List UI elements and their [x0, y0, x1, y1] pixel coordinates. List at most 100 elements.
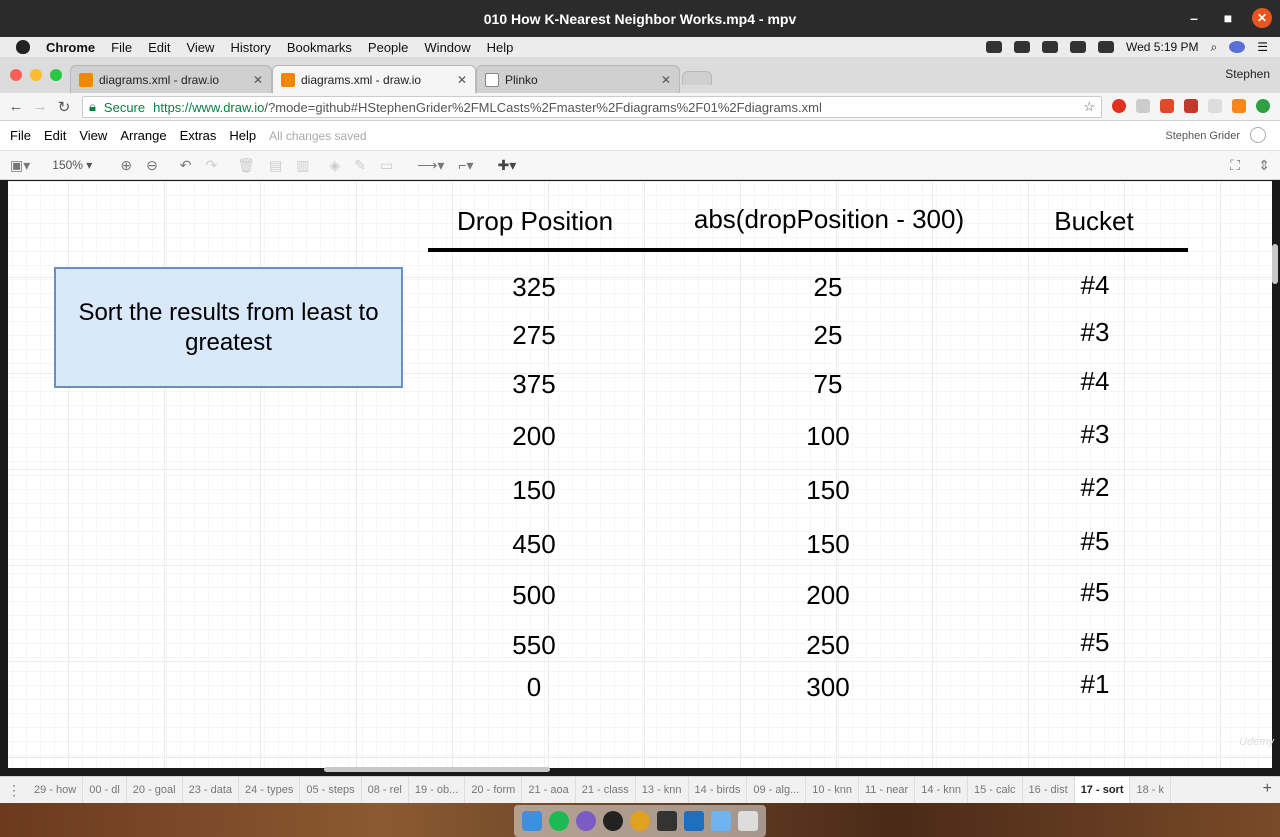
page-tab[interactable]: 18 - k — [1130, 776, 1171, 804]
cell-drop-position[interactable]: 500 — [484, 580, 584, 611]
bookmark-star-icon[interactable]: ☆ — [1083, 99, 1095, 115]
redo-icon[interactable]: ↷ — [206, 157, 218, 174]
cell-distance[interactable]: 150 — [778, 529, 878, 560]
vertical-scrollbar[interactable] — [1272, 244, 1278, 284]
cell-bucket[interactable]: #2 — [1045, 472, 1145, 503]
page-tab[interactable]: 00 - dl — [83, 776, 127, 804]
page-tab[interactable]: 19 - ob... — [409, 776, 466, 804]
zoom-out-icon[interactable]: ⊖ — [146, 157, 158, 174]
cell-drop-position[interactable]: 375 — [484, 369, 584, 400]
wifi-icon[interactable] — [1070, 41, 1087, 53]
pages-menu-icon[interactable]: ⋮ — [0, 782, 28, 799]
page-tab[interactable]: 29 - how — [28, 776, 84, 804]
cell-bucket[interactable]: #5 — [1045, 627, 1145, 658]
drawio-menu-help[interactable]: Help — [229, 128, 256, 143]
status-app-icon[interactable] — [986, 41, 1003, 53]
drawio-menu-view[interactable]: View — [79, 128, 107, 143]
forward-icon[interactable]: → — [28, 98, 52, 115]
cell-drop-position[interactable]: 325 — [484, 272, 584, 303]
back-icon[interactable]: ← — [4, 98, 28, 115]
window-minimize-dot[interactable] — [30, 69, 42, 81]
header-rule[interactable] — [428, 248, 1188, 252]
page-tab[interactable]: 10 - knn — [806, 776, 859, 804]
minimize-button[interactable]: – — [1184, 8, 1204, 28]
cell-distance[interactable]: 25 — [778, 320, 878, 351]
extension-green-icon[interactable] — [1256, 99, 1270, 113]
globe-icon[interactable] — [1250, 127, 1266, 143]
page-tab[interactable]: 15 - calc — [968, 776, 1023, 804]
cell-bucket[interactable]: #5 — [1045, 526, 1145, 557]
fullscreen-icon[interactable]: ⛶ — [1230, 157, 1240, 174]
page-tab[interactable]: 16 - dist — [1023, 776, 1075, 804]
page-tab[interactable]: 08 - rel — [362, 776, 409, 804]
apple-icon[interactable] — [16, 40, 30, 54]
opera-extension-icon[interactable] — [1112, 99, 1126, 113]
tab-close-icon[interactable]: ✕ — [253, 73, 263, 87]
profile-name[interactable]: Stephen — [1225, 67, 1270, 81]
menu-view[interactable]: View — [186, 40, 214, 55]
cell-distance[interactable]: 150 — [778, 475, 878, 506]
tab-diagrams-1[interactable]: diagrams.xml - draw.io ✕ — [70, 65, 272, 93]
cell-distance[interactable]: 200 — [778, 580, 878, 611]
menu-help[interactable]: Help — [487, 40, 514, 55]
add-page-icon[interactable]: + — [1263, 780, 1272, 798]
spotlight-search-icon[interactable]: ⌕ — [1211, 40, 1218, 55]
spotify-icon[interactable] — [548, 811, 569, 831]
header-bucket[interactable]: Bucket — [1044, 206, 1144, 237]
cell-bucket[interactable]: #3 — [1045, 317, 1145, 348]
diagram-canvas[interactable]: Sort the results from least to greatest … — [8, 181, 1272, 768]
waypoints-icon[interactable]: ⌐▾ — [458, 157, 473, 174]
cell-distance[interactable]: 25 — [778, 272, 878, 303]
notification-center-icon[interactable]: ☰ — [1257, 40, 1268, 54]
extension-badge-icon[interactable] — [1184, 99, 1198, 113]
cell-drop-position[interactable]: 275 — [484, 320, 584, 351]
cell-distance[interactable]: 100 — [778, 421, 878, 452]
window-close-dot[interactable] — [10, 69, 22, 81]
page-tab[interactable]: 11 - near — [859, 776, 916, 804]
page-tab[interactable]: 14 - birds — [689, 776, 748, 804]
clock[interactable]: Wed 5:19 PM — [1126, 40, 1198, 54]
tab-plinko[interactable]: Plinko ✕ — [476, 65, 680, 93]
battery-icon[interactable] — [1098, 41, 1115, 53]
header-drop-position[interactable]: Drop Position — [445, 206, 625, 237]
page-tab[interactable]: 21 - aoa — [522, 776, 576, 804]
menu-people[interactable]: People — [368, 40, 408, 55]
cell-bucket[interactable]: #1 — [1045, 669, 1145, 700]
siri-icon[interactable] — [1229, 41, 1246, 53]
url-input[interactable]: 🔒︎ Secure https://www.draw.io /?mode=git… — [82, 96, 1102, 118]
to-back-icon[interactable]: ▥ — [296, 157, 309, 174]
insert-icon[interactable]: ✚▾ — [498, 157, 517, 174]
obs-icon[interactable] — [602, 811, 623, 831]
menu-app-name[interactable]: Chrome — [46, 40, 95, 55]
close-button[interactable]: ✕ — [1252, 8, 1272, 28]
note-box[interactable]: Sort the results from least to greatest — [54, 267, 403, 388]
cell-bucket[interactable]: #5 — [1045, 577, 1145, 608]
folder-icon[interactable] — [711, 811, 732, 831]
chrome-icon[interactable] — [629, 811, 650, 831]
docker-icon[interactable] — [1014, 41, 1031, 53]
connection-icon[interactable]: ⟶▾ — [417, 157, 444, 174]
reload-icon[interactable]: ↻ — [52, 98, 76, 116]
page-tab[interactable]: 23 - data — [183, 776, 240, 804]
vscode-icon[interactable] — [684, 811, 705, 831]
page-tab[interactable]: 13 - knn — [636, 776, 689, 804]
maximize-button[interactable]: ■ — [1218, 8, 1238, 28]
tab-close-icon[interactable]: ✕ — [661, 73, 671, 87]
drawio-menu-edit[interactable]: Edit — [44, 128, 66, 143]
shadow-icon[interactable]: ▭ — [380, 157, 393, 174]
cell-drop-position[interactable]: 450 — [484, 529, 584, 560]
extension-icon[interactable] — [1208, 99, 1222, 113]
page-tab[interactable]: 20 - form — [465, 776, 523, 804]
glasses-icon[interactable] — [1042, 41, 1059, 53]
to-front-icon[interactable]: ▤ — [269, 157, 282, 174]
trash-icon[interactable] — [738, 811, 759, 831]
menu-file[interactable]: File — [111, 40, 132, 55]
page-tab[interactable]: 09 - alg... — [747, 776, 807, 804]
cell-bucket[interactable]: #4 — [1045, 270, 1145, 301]
window-zoom-dot[interactable] — [50, 69, 62, 81]
horizontal-scrollbar[interactable] — [324, 767, 550, 772]
page-tab[interactable]: 14 - knn — [915, 776, 968, 804]
css-extension-icon[interactable] — [1136, 99, 1150, 113]
zoom-select[interactable]: 150% ▾ — [52, 158, 92, 172]
page-tab[interactable]: 24 - types — [239, 776, 301, 804]
